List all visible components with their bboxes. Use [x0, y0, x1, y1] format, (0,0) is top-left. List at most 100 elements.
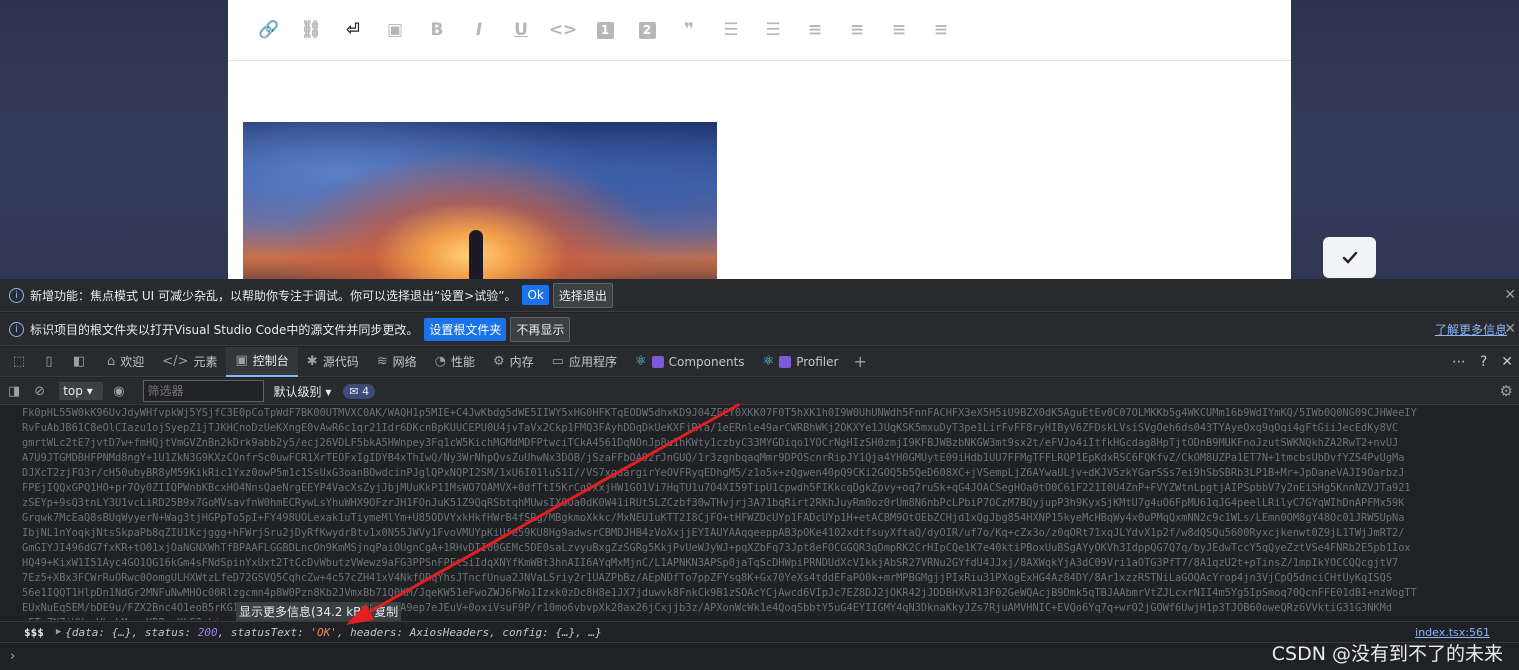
- tab-welcome[interactable]: ⌂ 欢迎: [98, 347, 153, 377]
- tab-elements[interactable]: </> 元素: [153, 347, 226, 377]
- copy-button[interactable]: 复制: [371, 602, 402, 621]
- source-link[interactable]: index.tsx:561: [1415, 626, 1490, 639]
- more-tabs-icon[interactable]: +: [853, 352, 866, 371]
- bullet-list-icon[interactable]: ☰: [752, 14, 794, 46]
- link-icon[interactable]: 🔗: [248, 14, 290, 46]
- clear-console-icon[interactable]: ⊘: [34, 384, 45, 399]
- devtools-panel: i 新增功能：焦点模式 UI 可减少杂乱，以帮助你专注于调试。你可以选择退出“设…: [0, 279, 1519, 670]
- ordered-list-icon[interactable]: ☰: [710, 14, 752, 46]
- tab-profiler[interactable]: ⚛ Profiler: [754, 347, 848, 377]
- live-expression-icon[interactable]: ◉: [113, 384, 124, 399]
- console-log-area: Fk0pHL55W0kK96UvJdyWHfvpkWj5YSjfC3E0pCoT…: [0, 406, 1519, 620]
- tab-label: 元素: [193, 355, 218, 369]
- profiler-icon: ⚛: [762, 354, 775, 369]
- watermark: CSDN @没有到不了的未来: [1271, 643, 1503, 665]
- logged-object[interactable]: {data: {…}, status: 200, statusText: 'OK…: [65, 626, 601, 639]
- tab-application[interactable]: ▭ 应用程序: [543, 347, 626, 377]
- device-toolbar-icon[interactable]: ▯: [38, 353, 60, 371]
- editor-image[interactable]: [243, 122, 717, 279]
- workspace-infobar: i 标识项目的根文件夹以打开Visual Studio Code中的源文件并同步…: [0, 313, 1519, 346]
- status-value: 200: [197, 625, 218, 639]
- align-center-icon[interactable]: ≡: [836, 14, 878, 46]
- info-icon: i: [9, 287, 24, 303]
- unlink-icon[interactable]: ⛓: [290, 14, 332, 46]
- inspect-icon[interactable]: ⬚: [8, 353, 30, 371]
- log-text-line: zSEYp+9sQ3tnLY3U1vcLiRD25B9x7GoMVsavfnW0…: [22, 497, 1405, 509]
- tab-label: 源代码: [322, 355, 359, 369]
- more-options-icon[interactable]: ⋯: [1452, 354, 1466, 370]
- log-text-line: GmGIYJI496dG7fxKR+tO01xjOaNGNXWhTfBPAAFL…: [22, 542, 1411, 554]
- bold-icon[interactable]: B: [416, 14, 458, 46]
- focus-mode-infobar: i 新增功能：焦点模式 UI 可减少杂乱，以帮助你专注于调试。你可以选择退出“设…: [0, 279, 1519, 312]
- welcome-icon: ⌂: [107, 354, 116, 369]
- image-icon[interactable]: ▣: [374, 14, 416, 46]
- log-text-line: DJXcT2zjFO3r/cH50ubyBR8yM59KikRic1Yxz0ow…: [22, 467, 1405, 479]
- devtools-tabbar: ⬚ ▯ ◧ ⌂ 欢迎 </> 元素 ▣ 控制台 ✱ 源代码 ≋ 网络 ◔ 性能 ⚙ 内存 ▭ 应用程序 ⚛ Com…: [0, 346, 1519, 377]
- insert-icon[interactable]: ⏎: [332, 14, 374, 46]
- elements-icon: </>: [162, 354, 189, 369]
- status-text-value: 'OK': [310, 625, 337, 639]
- log-text-line: 56e1IQQT1HlpDn1NdGr2MNFuNwMHOc00Rlzgcmn4…: [22, 587, 1417, 599]
- align-right-icon[interactable]: ≡: [878, 14, 920, 46]
- code-icon[interactable]: <>: [542, 14, 584, 46]
- learn-more-link[interactable]: 了解更多信息: [1435, 321, 1507, 338]
- context-select[interactable]: top ▾: [59, 382, 104, 400]
- application-icon: ▭: [551, 354, 564, 369]
- help-icon[interactable]: ?: [1480, 354, 1487, 370]
- expand-triangle-icon[interactable]: ▶: [56, 627, 61, 637]
- confirm-button[interactable]: [1323, 237, 1376, 278]
- rich-text-editor: 🔗 ⛓ ⏎ ▣ B I U <> 1 2 ❞ ☰ ☰ ≡ ≡ ≡ ≡: [228, 0, 1291, 279]
- filter-input[interactable]: [142, 380, 264, 402]
- dont-show-again-button[interactable]: 不再显示: [510, 316, 571, 342]
- react-devtools-badge-icon: [651, 355, 664, 368]
- log-level-select[interactable]: 默认级别 ▾: [274, 383, 332, 400]
- sidebar-toggle-icon[interactable]: ◨: [8, 384, 20, 399]
- justify-icon[interactable]: ≡: [920, 14, 962, 46]
- network-icon: ≋: [376, 354, 388, 369]
- tab-memory[interactable]: ⚙ 内存: [484, 347, 543, 377]
- tab-label: 网络: [392, 355, 417, 369]
- ok-button[interactable]: Ok: [522, 285, 549, 305]
- tab-sources[interactable]: ✱ 源代码: [298, 347, 368, 377]
- tab-label: Components: [668, 354, 745, 369]
- heading-2-icon[interactable]: 2: [626, 14, 668, 46]
- sources-icon: ✱: [306, 354, 318, 369]
- dock-icon[interactable]: ◧: [68, 353, 90, 371]
- memory-icon: ⚙: [492, 354, 505, 369]
- align-left-icon[interactable]: ≡: [794, 14, 836, 46]
- console-icon: ▣: [235, 353, 248, 368]
- log-text-line: Fk0pHL55W0kK96UvJdyWHfvpkWj5YSjfC3E0pCoT…: [22, 407, 1417, 419]
- react-devtools-badge-icon: [779, 355, 792, 368]
- message-count-badge[interactable]: ✉ 4: [343, 383, 376, 399]
- log-text-line: 7Ez5+XBx3FCWrRuORwc0OomgULHXWtzLfeD72GSV…: [22, 572, 1393, 584]
- tab-label: 控制台: [252, 354, 289, 368]
- close-icon[interactable]: ✕: [1504, 321, 1516, 337]
- close-devtools-icon[interactable]: ✕: [1501, 354, 1513, 370]
- underline-icon[interactable]: U: [500, 14, 542, 46]
- log-prefix: $$$: [24, 625, 44, 639]
- show-more-button[interactable]: 显示更多信息(34.2 kB): [236, 602, 370, 621]
- tab-label: Profiler: [796, 354, 839, 369]
- log-text-line: RvFuAbJB61C8eOlCIazu1ojSyepZ1jTJKHCnoDzU…: [22, 422, 1399, 434]
- log-text-line: gmrtWLc2tE7jvtD7w+fmHQjtVmGVZnBn2kDrk9ab…: [22, 437, 1399, 449]
- log-text-line: FPEjIQQxGPQ1HO+pr7Oy0ZIIQPWnbKBcxHO4NnsQ…: [22, 482, 1411, 494]
- set-root-folder-button[interactable]: 设置根文件夹: [424, 317, 507, 341]
- tab-console[interactable]: ▣ 控制台: [226, 346, 298, 377]
- close-icon[interactable]: ✕: [1504, 287, 1516, 303]
- quote-icon[interactable]: ❞: [668, 14, 710, 46]
- tab-label: 内存: [509, 355, 534, 369]
- tab-components[interactable]: ⚛ Components: [626, 347, 754, 377]
- heading-1-icon[interactable]: 1: [584, 14, 626, 46]
- components-icon: ⚛: [634, 354, 647, 369]
- tab-list: ⌂ 欢迎 </> 元素 ▣ 控制台 ✱ 源代码 ≋ 网络 ◔ 性能 ⚙ 内存 ▭ 应用程序 ⚛ Component…: [98, 346, 848, 377]
- tab-performance[interactable]: ◔ 性能: [426, 347, 484, 377]
- italic-icon[interactable]: I: [458, 14, 500, 46]
- log-text-line: IbjNL1nYoqkjNtsSkpaPb8qZIU1Kcjggg+hFWrjS…: [22, 527, 1405, 539]
- log-text-line: Grqwk7McEaQ8sBUqWyyerN+Wag3tjHGPpTo5pI+F…: [22, 512, 1405, 524]
- settings-icon[interactable]: ⚙: [1500, 382, 1513, 400]
- editor-toolbar: 🔗 ⛓ ⏎ ▣ B I U <> 1 2 ❞ ☰ ☰ ≡ ≡ ≡ ≡: [228, 0, 1291, 61]
- opt-out-button[interactable]: 选择退出: [552, 282, 613, 308]
- performance-icon: ◔: [434, 354, 446, 369]
- tab-network[interactable]: ≋ 网络: [368, 347, 426, 377]
- prompt-chevron-icon: ›: [10, 649, 16, 664]
